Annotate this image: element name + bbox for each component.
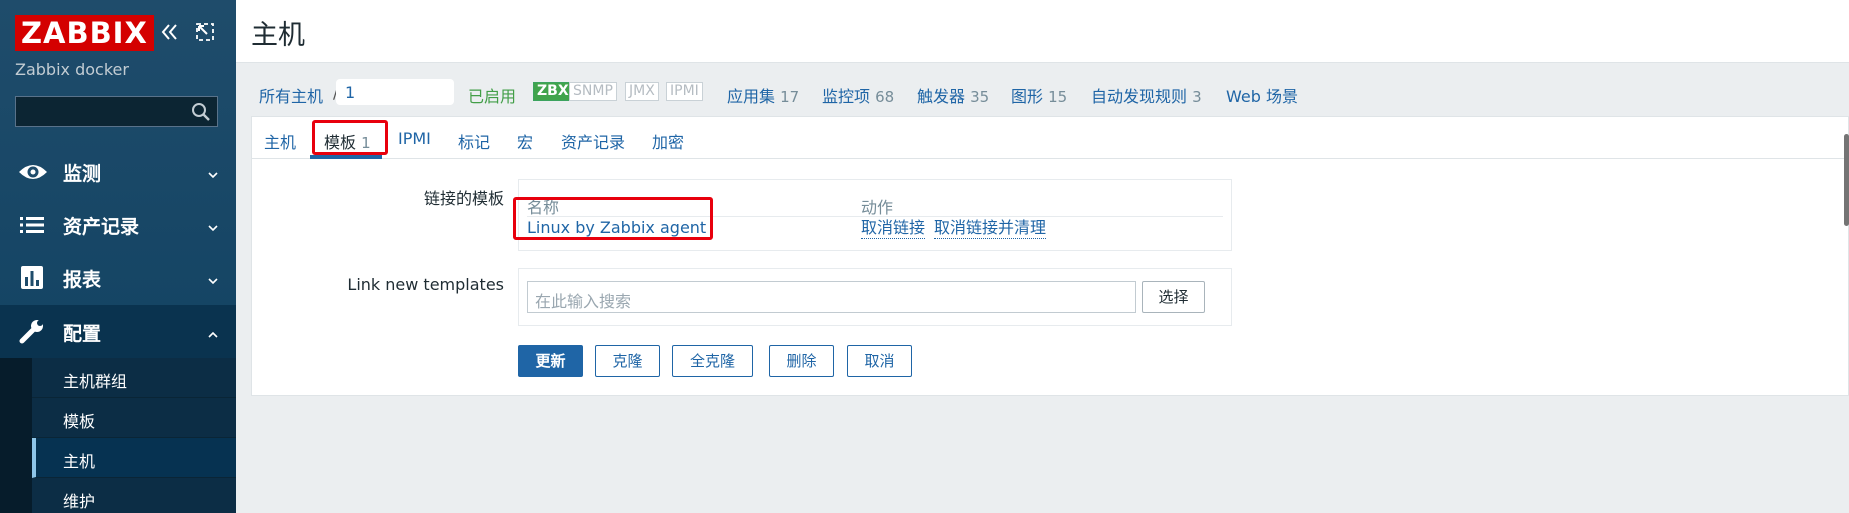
update-button[interactable]: 更新 — [518, 345, 583, 377]
page-header: 主机 — [236, 0, 1849, 63]
chevron-up-icon — [207, 326, 219, 338]
host-name: 1 — [345, 83, 356, 102]
menu-configuration[interactable]: 配置 — [0, 305, 236, 358]
template-search-input[interactable]: 在此输入搜索 — [527, 281, 1136, 313]
highlight-box-templates-tab — [312, 120, 388, 155]
availability-snmp-badge: SNMP — [569, 82, 617, 101]
nav-label: Web 场景 — [1226, 87, 1298, 106]
delete-button[interactable]: 删除 — [769, 345, 834, 377]
submenu-label: 主机 — [63, 452, 96, 471]
menu-label-configuration: 配置 — [63, 323, 102, 345]
nav-web-scenarios[interactable]: Web 场景 — [1226, 83, 1298, 107]
active-tab-indicator — [310, 155, 382, 159]
configuration-submenu: 主机群组 模板 主机 维护 — [0, 358, 236, 513]
nav-label: 图形 — [1011, 87, 1044, 106]
zabbix-logo[interactable]: ZABBIX — [15, 15, 154, 51]
submenu-item-templates[interactable]: 模板 — [32, 398, 236, 438]
chevron-down-icon — [207, 272, 219, 285]
wrench-icon — [18, 319, 48, 345]
submenu-label: 维护 — [63, 492, 96, 511]
nav-count: 3 — [1192, 88, 1202, 106]
breadcrumb-all-hosts[interactable]: 所有主机 — [259, 83, 323, 107]
form-tabs: 主机 模板 1 IPMI 标记 宏 资产记录 加密 — [252, 117, 1849, 159]
nav-count: 15 — [1048, 88, 1068, 106]
menu-label-reports: 报表 — [63, 269, 102, 291]
menu-label-monitoring: 监测 — [63, 163, 102, 185]
tab-macros[interactable]: 宏 — [517, 129, 533, 153]
nav-graphs[interactable]: 图形 15 — [1011, 83, 1067, 107]
submenu-item-host-groups[interactable]: 主机群组 — [32, 358, 236, 398]
nav-count: 68 — [875, 88, 895, 106]
nav-applications[interactable]: 应用集 17 — [727, 83, 799, 107]
menu-inventory[interactable]: 资产记录 — [0, 198, 236, 251]
bar-chart-icon — [18, 265, 48, 291]
page-scrollbar[interactable] — [1844, 134, 1849, 226]
sidebar-search-input[interactable] — [15, 96, 218, 127]
nav-label: 应用集 — [727, 87, 776, 106]
sidebar: ZABBIX Zabbix docker 监测 资产记录 报表 配置 主机群组 … — [0, 0, 236, 513]
link-new-templates-label: Link new templates — [347, 275, 504, 294]
tab-host[interactable]: 主机 — [264, 129, 296, 153]
submenu-label: 主机群组 — [63, 372, 128, 391]
nav-count: 35 — [970, 88, 990, 106]
menu-monitoring[interactable]: 监测 — [0, 145, 236, 198]
search-icon[interactable] — [191, 102, 211, 122]
list-icon — [18, 212, 48, 238]
nav-label: 触发器 — [917, 87, 966, 106]
clone-button[interactable]: 克隆 — [595, 345, 660, 377]
availability-jmx-badge: JMX — [625, 82, 659, 101]
chevron-down-icon — [207, 219, 219, 232]
highlight-box-linked-template — [513, 197, 713, 240]
tab-ipmi[interactable]: IPMI — [398, 129, 431, 148]
server-name: Zabbix docker — [15, 60, 129, 79]
unlink-and-clear-link[interactable]: 取消链接并清理 — [934, 218, 1047, 239]
select-button[interactable]: 选择 — [1142, 281, 1205, 313]
nav-label: 自动发现规则 — [1091, 87, 1188, 106]
menu-label-inventory: 资产记录 — [63, 216, 140, 238]
host-navigation: 所有主机 / 1 已启用 ZBX SNMP JMX IPMI 应用集 17 监控… — [251, 76, 1849, 106]
chevron-down-icon — [207, 166, 219, 179]
unlink-link[interactable]: 取消链接 — [861, 218, 926, 239]
column-header-action: 动作 — [861, 198, 894, 217]
breadcrumb-host[interactable]: 1 — [336, 79, 454, 105]
tab-inventory[interactable]: 资产记录 — [561, 129, 625, 153]
tab-encryption[interactable]: 加密 — [652, 129, 684, 153]
menu-reports[interactable]: 报表 — [0, 251, 236, 304]
nav-label: 监控项 — [822, 87, 871, 106]
availability-zbx-badge: ZBX — [533, 82, 573, 101]
linked-templates-label: 链接的模板 — [423, 189, 504, 208]
submenu-item-hosts[interactable]: 主机 — [32, 438, 236, 478]
nav-discovery-rules[interactable]: 自动发现规则 3 — [1091, 83, 1202, 107]
availability-ipmi-badge: IPMI — [666, 82, 703, 101]
host-status-enabled[interactable]: 已启用 — [468, 83, 516, 107]
link-new-templates-box: 在此输入搜索 选择 — [518, 268, 1232, 326]
kiosk-mode-icon[interactable] — [195, 22, 215, 42]
collapse-sidebar-icon[interactable] — [160, 22, 180, 42]
submenu-edge — [0, 358, 32, 513]
nav-items[interactable]: 监控项 68 — [822, 83, 894, 107]
page-title: 主机 — [251, 20, 305, 51]
nav-count: 17 — [780, 88, 800, 106]
cancel-button[interactable]: 取消 — [847, 345, 912, 377]
tab-tags[interactable]: 标记 — [458, 129, 490, 153]
submenu-item-maintenance[interactable]: 维护 — [32, 478, 236, 513]
eye-icon — [18, 159, 48, 185]
submenu-label: 模板 — [63, 412, 96, 431]
nav-triggers[interactable]: 触发器 35 — [917, 83, 989, 107]
host-form-panel: 主机 模板 1 IPMI 标记 宏 资产记录 加密 链接的模板 名称 动作 Li… — [251, 116, 1849, 396]
full-clone-button[interactable]: 全克隆 — [672, 345, 753, 377]
